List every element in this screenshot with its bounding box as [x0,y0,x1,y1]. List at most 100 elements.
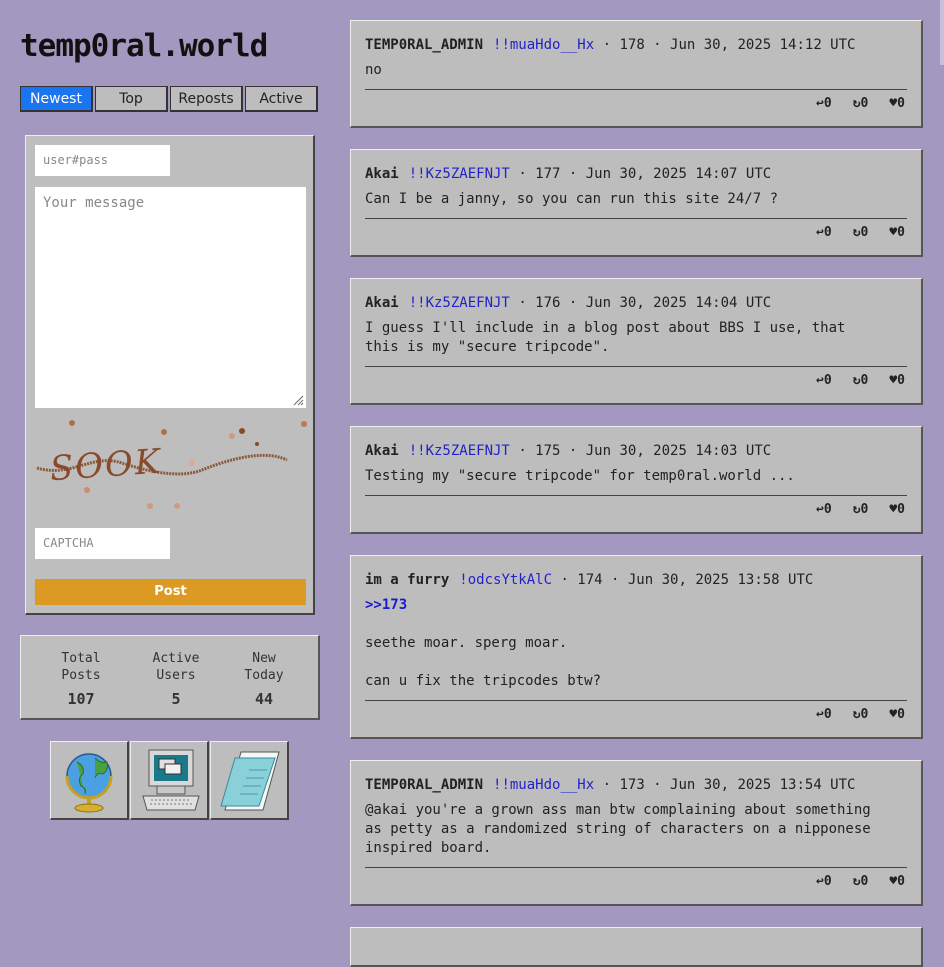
post-divider [365,366,907,367]
post-body: I guess I'll include in a blog post abou… [365,320,846,355]
repost-button[interactable]: ↻0 [853,874,869,889]
post-header: Akai !!Kz5ZAEFNJT · 176 · Jun 30, 2025 14… [365,295,907,311]
post-tripcode[interactable]: !!Kz5ZAEFNJT [409,166,510,182]
post-author[interactable]: TEMP0RAL_ADMIN [365,777,483,793]
post-body: Can I be a janny, so you can run this si… [365,191,779,207]
post-card: Akai !!Kz5ZAEFNJT · 176 · Jun 30, 2025 14… [350,278,923,405]
stat-label: Active [152,651,200,666]
stat-label: Total [61,651,101,666]
post-card: Akai !!Kz5ZAEFNJT · 177 · Jun 30, 2025 14… [350,149,923,257]
stat-label: Users [156,668,196,683]
stat-active-users: Active Users 5 [131,650,221,708]
post-button[interactable]: Post [35,579,306,605]
post-tripcode[interactable]: !!muaHdo__Hx [493,777,594,793]
reply-button[interactable]: ↩0 [816,874,832,889]
post-meta: · 177 · Jun 30, 2025 14:07 UTC [518,166,772,182]
stat-label: Posts [61,668,101,683]
user-pass-input[interactable]: user#pass [35,145,170,176]
quote-link[interactable]: >>173 [365,597,407,613]
post-body: @akai you're a grown ass man btw complai… [365,802,871,856]
reply-button[interactable]: ↩0 [816,707,832,722]
post-header: Akai !!Kz5ZAEFNJT · 177 · Jun 30, 2025 14… [365,166,907,182]
post-card: Akai !!Kz5ZAEFNJT · 175 · Jun 30, 2025 14… [350,426,923,534]
post-tripcode[interactable]: !!muaHdo__Hx [493,37,594,53]
post-actions: ↩0 ↻0 ♥0 [365,707,905,722]
post-meta: · 173 · Jun 30, 2025 13:54 UTC [602,777,856,793]
site-stats: Total Posts 107 Active Users 5 New Today… [20,635,320,720]
post-actions: ↩0 ↻0 ♥0 [365,874,905,889]
stat-label: Today [244,668,284,683]
tab-active[interactable]: Active [245,86,318,112]
post-reply-link-line: >>173 [365,596,907,615]
post-form: user#pass Your message SOOK CAPTCHA Post [25,135,315,615]
repost-button[interactable]: ↻0 [853,502,869,517]
post-divider [365,867,907,868]
reply-button[interactable]: ↩0 [816,502,832,517]
like-button[interactable]: ♥0 [889,874,905,889]
like-button[interactable]: ♥0 [889,225,905,240]
post-card [350,927,923,967]
post-author[interactable]: Akai [365,295,399,311]
post-author[interactable]: Akai [365,166,399,182]
post-divider [365,495,907,496]
stat-total-posts: Total Posts 107 [36,650,126,708]
tab-top[interactable]: Top [95,86,168,112]
notepad-icon [220,751,280,811]
post-divider [365,89,907,90]
stat-value: 107 [67,690,95,708]
reply-button[interactable]: ↩0 [816,225,832,240]
like-button[interactable]: ♥0 [889,96,905,111]
tab-newest[interactable]: Newest [20,86,93,112]
message-textarea[interactable]: Your message [35,187,306,408]
post-actions: ↩0 ↻0 ♥0 [365,502,905,517]
site-logo[interactable]: temp0ral.world [20,22,320,70]
sort-tabs: Newest Top Reposts Active [20,86,320,112]
notepad-button[interactable] [210,741,289,820]
post-meta: · 176 · Jun 30, 2025 14:04 UTC [518,295,772,311]
repost-button[interactable]: ↻0 [853,373,869,388]
post-header: TEMP0RAL_ADMIN !!muaHdo__Hx · 173 · Jun 3… [365,777,907,793]
post-actions: ↩0 ↻0 ♥0 [365,225,905,240]
stat-value: 5 [171,690,181,708]
post-author[interactable]: Akai [365,443,399,459]
post-tripcode[interactable]: !!Kz5ZAEFNJT [409,295,510,311]
post-tripcode[interactable]: !odcsYtkAlC [459,572,552,588]
post-divider [365,700,907,701]
stat-new-today: New Today 44 [219,650,309,708]
captcha-input[interactable]: CAPTCHA [35,528,170,559]
repost-button[interactable]: ↻0 [853,707,869,722]
post-card: im a furry !odcsYtkAlC · 174 · Jun 30, 20… [350,555,923,739]
post-author[interactable]: TEMP0RAL_ADMIN [365,37,483,53]
post-body: seethe moar. sperg moar. can u fix the t… [365,635,602,689]
post-actions: ↩0 ↻0 ♥0 [365,373,905,388]
post-card: TEMP0RAL_ADMIN !!muaHdo__Hx · 173 · Jun 3… [350,760,923,906]
post-meta: · 178 · Jun 30, 2025 14:12 UTC [602,37,856,53]
globe-button[interactable] [50,741,129,820]
repost-button[interactable]: ↻0 [853,96,869,111]
repost-button[interactable]: ↻0 [853,225,869,240]
post-tripcode[interactable]: !!Kz5ZAEFNJT [409,443,510,459]
reply-button[interactable]: ↩0 [816,373,832,388]
post-actions: ↩0 ↻0 ♥0 [365,96,905,111]
stat-label: New [252,651,276,666]
reply-button[interactable]: ↩0 [816,96,832,111]
post-author[interactable]: im a furry [365,572,449,588]
globe-icon [65,753,113,813]
like-button[interactable]: ♥0 [889,707,905,722]
computer-button[interactable] [130,741,209,820]
post-body: no [365,62,382,78]
tab-reposts[interactable]: Reposts [170,86,243,112]
like-button[interactable]: ♥0 [889,502,905,517]
post-body: Testing my "secure tripcode" for temp0ra… [365,468,795,484]
post-meta: · 175 · Jun 30, 2025 14:03 UTC [518,443,772,459]
captcha-image: SOOK [36,420,307,509]
scrollbar-thumb[interactable] [940,0,944,65]
post-header: Akai !!Kz5ZAEFNJT · 175 · Jun 30, 2025 14… [365,443,907,459]
resize-handle-icon[interactable] [292,394,304,406]
computer-icon [142,749,200,811]
like-button[interactable]: ♥0 [889,373,905,388]
post-header: im a furry !odcsYtkAlC · 174 · Jun 30, 20… [365,572,907,588]
post-card: TEMP0RAL_ADMIN !!muaHdo__Hx · 178 · Jun 3… [350,20,923,128]
post-header: TEMP0RAL_ADMIN !!muaHdo__Hx · 178 · Jun 3… [365,37,907,53]
captcha-text: SOOK [49,441,165,489]
